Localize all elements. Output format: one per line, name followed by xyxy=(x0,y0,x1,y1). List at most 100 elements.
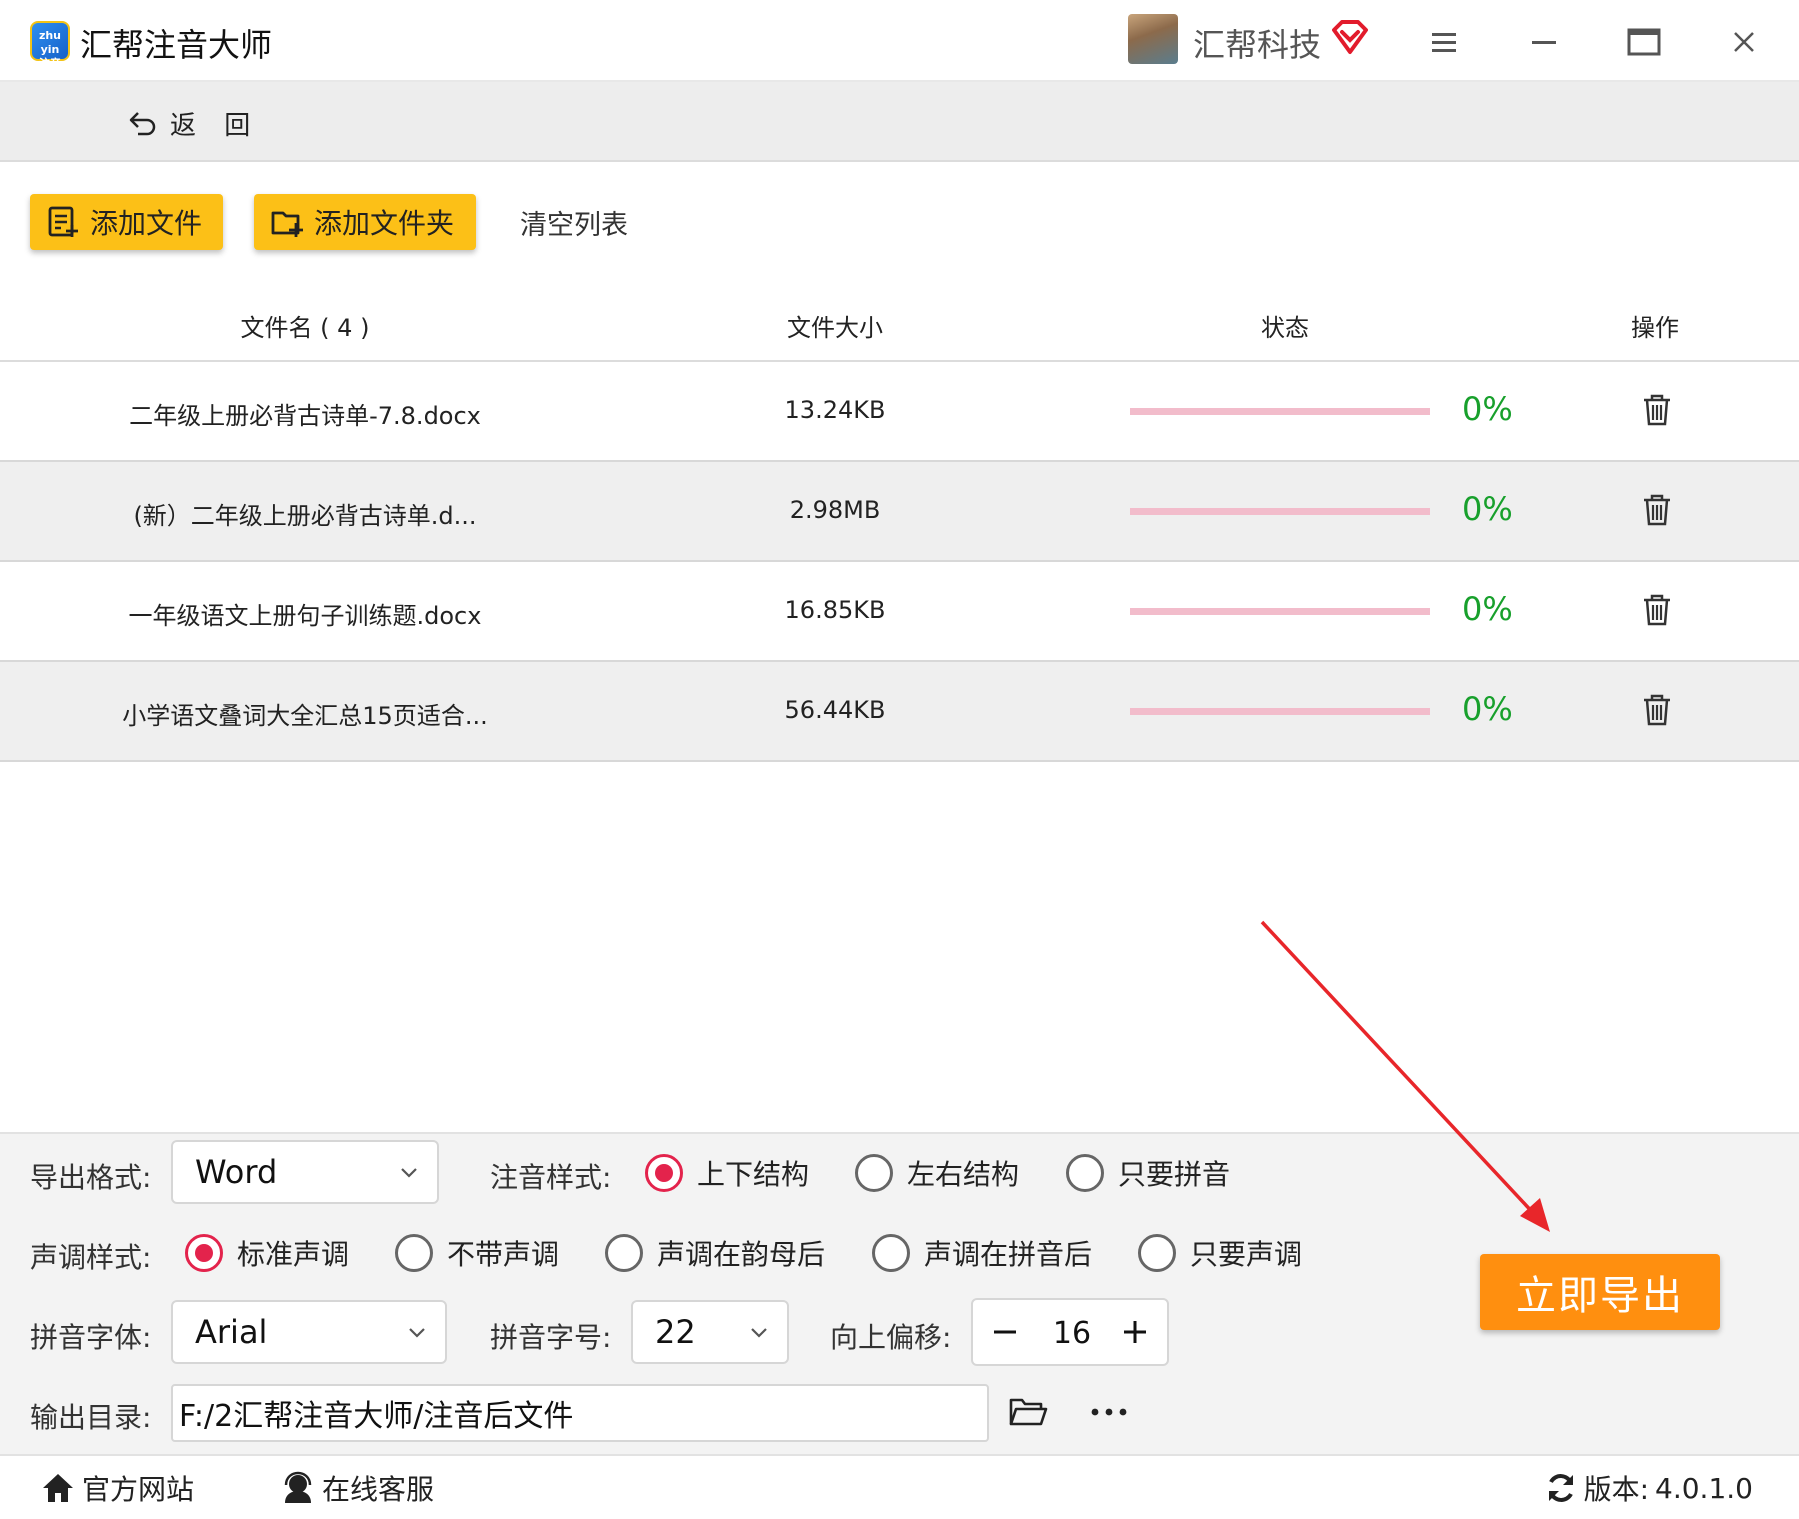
file-name: (新）二年级上册必背古诗单.d... xyxy=(133,502,477,530)
radio-unselected-icon xyxy=(395,1234,433,1272)
radio-annotation-pinyin-only[interactable]: 只要拼音 xyxy=(1066,1153,1230,1193)
export-now-button[interactable]: 立即导出 xyxy=(1480,1254,1720,1330)
radio-tone-none[interactable]: 不带声调 xyxy=(395,1233,559,1273)
annotation-style-label: 注音样式: xyxy=(490,1161,612,1194)
table-row[interactable]: 小学语文叠词大全汇总15页适合... 56.44KB 0% xyxy=(0,662,1799,762)
file-size: 13.24KB xyxy=(784,396,886,424)
radio-unselected-icon xyxy=(855,1154,893,1192)
header-filesize: 文件大小 xyxy=(787,314,883,342)
progress-bar xyxy=(1130,508,1430,515)
progress-percent: 0% xyxy=(1462,690,1513,728)
app-title: 汇帮注音大师 xyxy=(80,26,273,64)
offset-stepper: 16 xyxy=(971,1298,1169,1366)
radio-annotation-top-bottom[interactable]: 上下结构 xyxy=(645,1153,809,1193)
footer-bar: 官方网站 在线客服 版本: 4.0.1.0 xyxy=(0,1454,1799,1519)
table-row[interactable]: 二年级上册必背古诗单-7.8.docx 13.24KB 0% xyxy=(0,362,1799,462)
output-dir-field[interactable]: F:/2汇帮注音大师/注音后文件 xyxy=(171,1384,989,1442)
pinyin-font-value: Arial xyxy=(195,1313,268,1351)
add-folder-icon xyxy=(271,211,303,237)
back-button[interactable]: 返 回 xyxy=(128,104,260,142)
chevron-down-icon xyxy=(401,1168,417,1178)
clear-list-button[interactable]: 清空列表 xyxy=(520,203,628,242)
header-status: 状态 xyxy=(1261,314,1309,342)
plus-icon[interactable] xyxy=(1113,1310,1157,1354)
more-icon[interactable] xyxy=(1090,1404,1128,1420)
header-filename: 文件名 ( 4 ) xyxy=(240,314,370,342)
maximize-icon[interactable] xyxy=(1622,20,1666,64)
close-icon[interactable] xyxy=(1722,20,1766,64)
progress-percent: 0% xyxy=(1462,390,1513,428)
user-name[interactable]: 汇帮科技 xyxy=(1193,20,1321,66)
online-support-link[interactable]: 在线客服 xyxy=(280,1468,434,1508)
title-bar: zhu yin 注音 汇帮注音大师 汇帮科技 xyxy=(0,0,1799,82)
add-folder-button[interactable]: 添加文件夹 xyxy=(254,194,476,250)
add-file-button[interactable]: 添加文件 xyxy=(30,194,223,250)
add-file-icon xyxy=(48,206,78,237)
radio-tone-standard[interactable]: 标准声调 xyxy=(185,1233,349,1273)
radio-unselected-icon xyxy=(872,1234,910,1272)
refresh-icon[interactable] xyxy=(1544,1471,1578,1505)
pinyin-size-value: 22 xyxy=(655,1313,696,1351)
delete-icon[interactable] xyxy=(1640,392,1674,428)
minus-icon[interactable] xyxy=(983,1310,1027,1354)
radio-label: 标准声调 xyxy=(237,1238,350,1271)
delete-icon[interactable] xyxy=(1640,592,1674,628)
pinyin-size-label: 拼音字号: xyxy=(490,1321,612,1354)
vip-diamond-icon[interactable] xyxy=(1330,18,1370,58)
online-support-label: 在线客服 xyxy=(322,1473,435,1506)
minimize-icon[interactable] xyxy=(1522,20,1566,64)
table-row[interactable]: 一年级语文上册句子训练题.docx 16.85KB 0% xyxy=(0,562,1799,662)
progress-bar xyxy=(1130,708,1430,715)
radio-label: 只要声调 xyxy=(1190,1238,1303,1271)
delete-icon[interactable] xyxy=(1640,492,1674,528)
radio-unselected-icon xyxy=(1066,1154,1104,1192)
tone-style-label: 声调样式: xyxy=(30,1241,152,1274)
file-name: 一年级语文上册句子训练题.docx xyxy=(128,602,482,630)
add-file-label: 添加文件 xyxy=(90,207,203,240)
export-format-value: Word xyxy=(195,1153,278,1191)
file-size: 2.98MB xyxy=(789,496,881,524)
official-website-label: 官方网站 xyxy=(82,1473,195,1506)
radio-tone-after-pinyin[interactable]: 声调在拼音后 xyxy=(872,1233,1092,1273)
pinyin-font-label: 拼音字体: xyxy=(30,1321,152,1354)
app-logo-icon: zhu yin 注音 xyxy=(30,21,70,70)
progress-bar xyxy=(1130,408,1430,415)
back-label: 返 回 xyxy=(170,110,261,141)
version-value: 4.0.1.0 xyxy=(1655,1471,1753,1505)
add-folder-label: 添加文件夹 xyxy=(314,207,455,240)
delete-icon[interactable] xyxy=(1640,692,1674,728)
radio-label: 左右结构 xyxy=(907,1158,1020,1191)
output-dir-value: F:/2汇帮注音大师/注音后文件 xyxy=(179,1399,574,1434)
pinyin-font-select[interactable]: Arial xyxy=(171,1300,447,1364)
radio-label: 声调在拼音后 xyxy=(924,1238,1093,1271)
back-arrow-icon xyxy=(129,112,156,136)
chevron-down-icon xyxy=(751,1328,767,1338)
radio-tone-after-final[interactable]: 声调在韵母后 xyxy=(605,1233,825,1273)
file-size: 16.85KB xyxy=(784,596,886,624)
user-avatar[interactable] xyxy=(1128,14,1178,64)
output-dir-label: 输出目录: xyxy=(30,1401,152,1434)
radio-unselected-icon xyxy=(1138,1234,1176,1272)
file-table-header: 文件名 ( 4 ) 文件大小 状态 操作 xyxy=(0,290,1799,362)
file-name: 二年级上册必背古诗单-7.8.docx xyxy=(129,402,481,430)
radio-label: 上下结构 xyxy=(697,1158,810,1191)
radio-selected-icon xyxy=(185,1234,223,1272)
radio-annotation-left-right[interactable]: 左右结构 xyxy=(855,1153,1019,1193)
offset-label: 向上偏移: xyxy=(830,1321,952,1354)
radio-tone-only[interactable]: 只要声调 xyxy=(1138,1233,1302,1273)
header-action: 操作 xyxy=(1631,314,1679,342)
progress-bar xyxy=(1130,608,1430,615)
export-format-select[interactable]: Word xyxy=(171,1140,439,1204)
version-label: 版本: xyxy=(1583,1473,1650,1506)
offset-value[interactable]: 16 xyxy=(1033,1316,1111,1351)
menu-icon[interactable] xyxy=(1422,20,1466,64)
support-headset-icon xyxy=(284,1471,312,1503)
progress-percent: 0% xyxy=(1462,590,1513,628)
table-row[interactable]: (新）二年级上册必背古诗单.d... 2.98MB 0% xyxy=(0,462,1799,562)
file-size: 56.44KB xyxy=(784,696,886,724)
official-website-link[interactable]: 官方网站 xyxy=(40,1468,194,1508)
pinyin-size-select[interactable]: 22 xyxy=(631,1300,789,1364)
radio-unselected-icon xyxy=(605,1234,643,1272)
folder-open-icon[interactable] xyxy=(1008,1394,1048,1430)
radio-label: 只要拼音 xyxy=(1118,1158,1231,1191)
